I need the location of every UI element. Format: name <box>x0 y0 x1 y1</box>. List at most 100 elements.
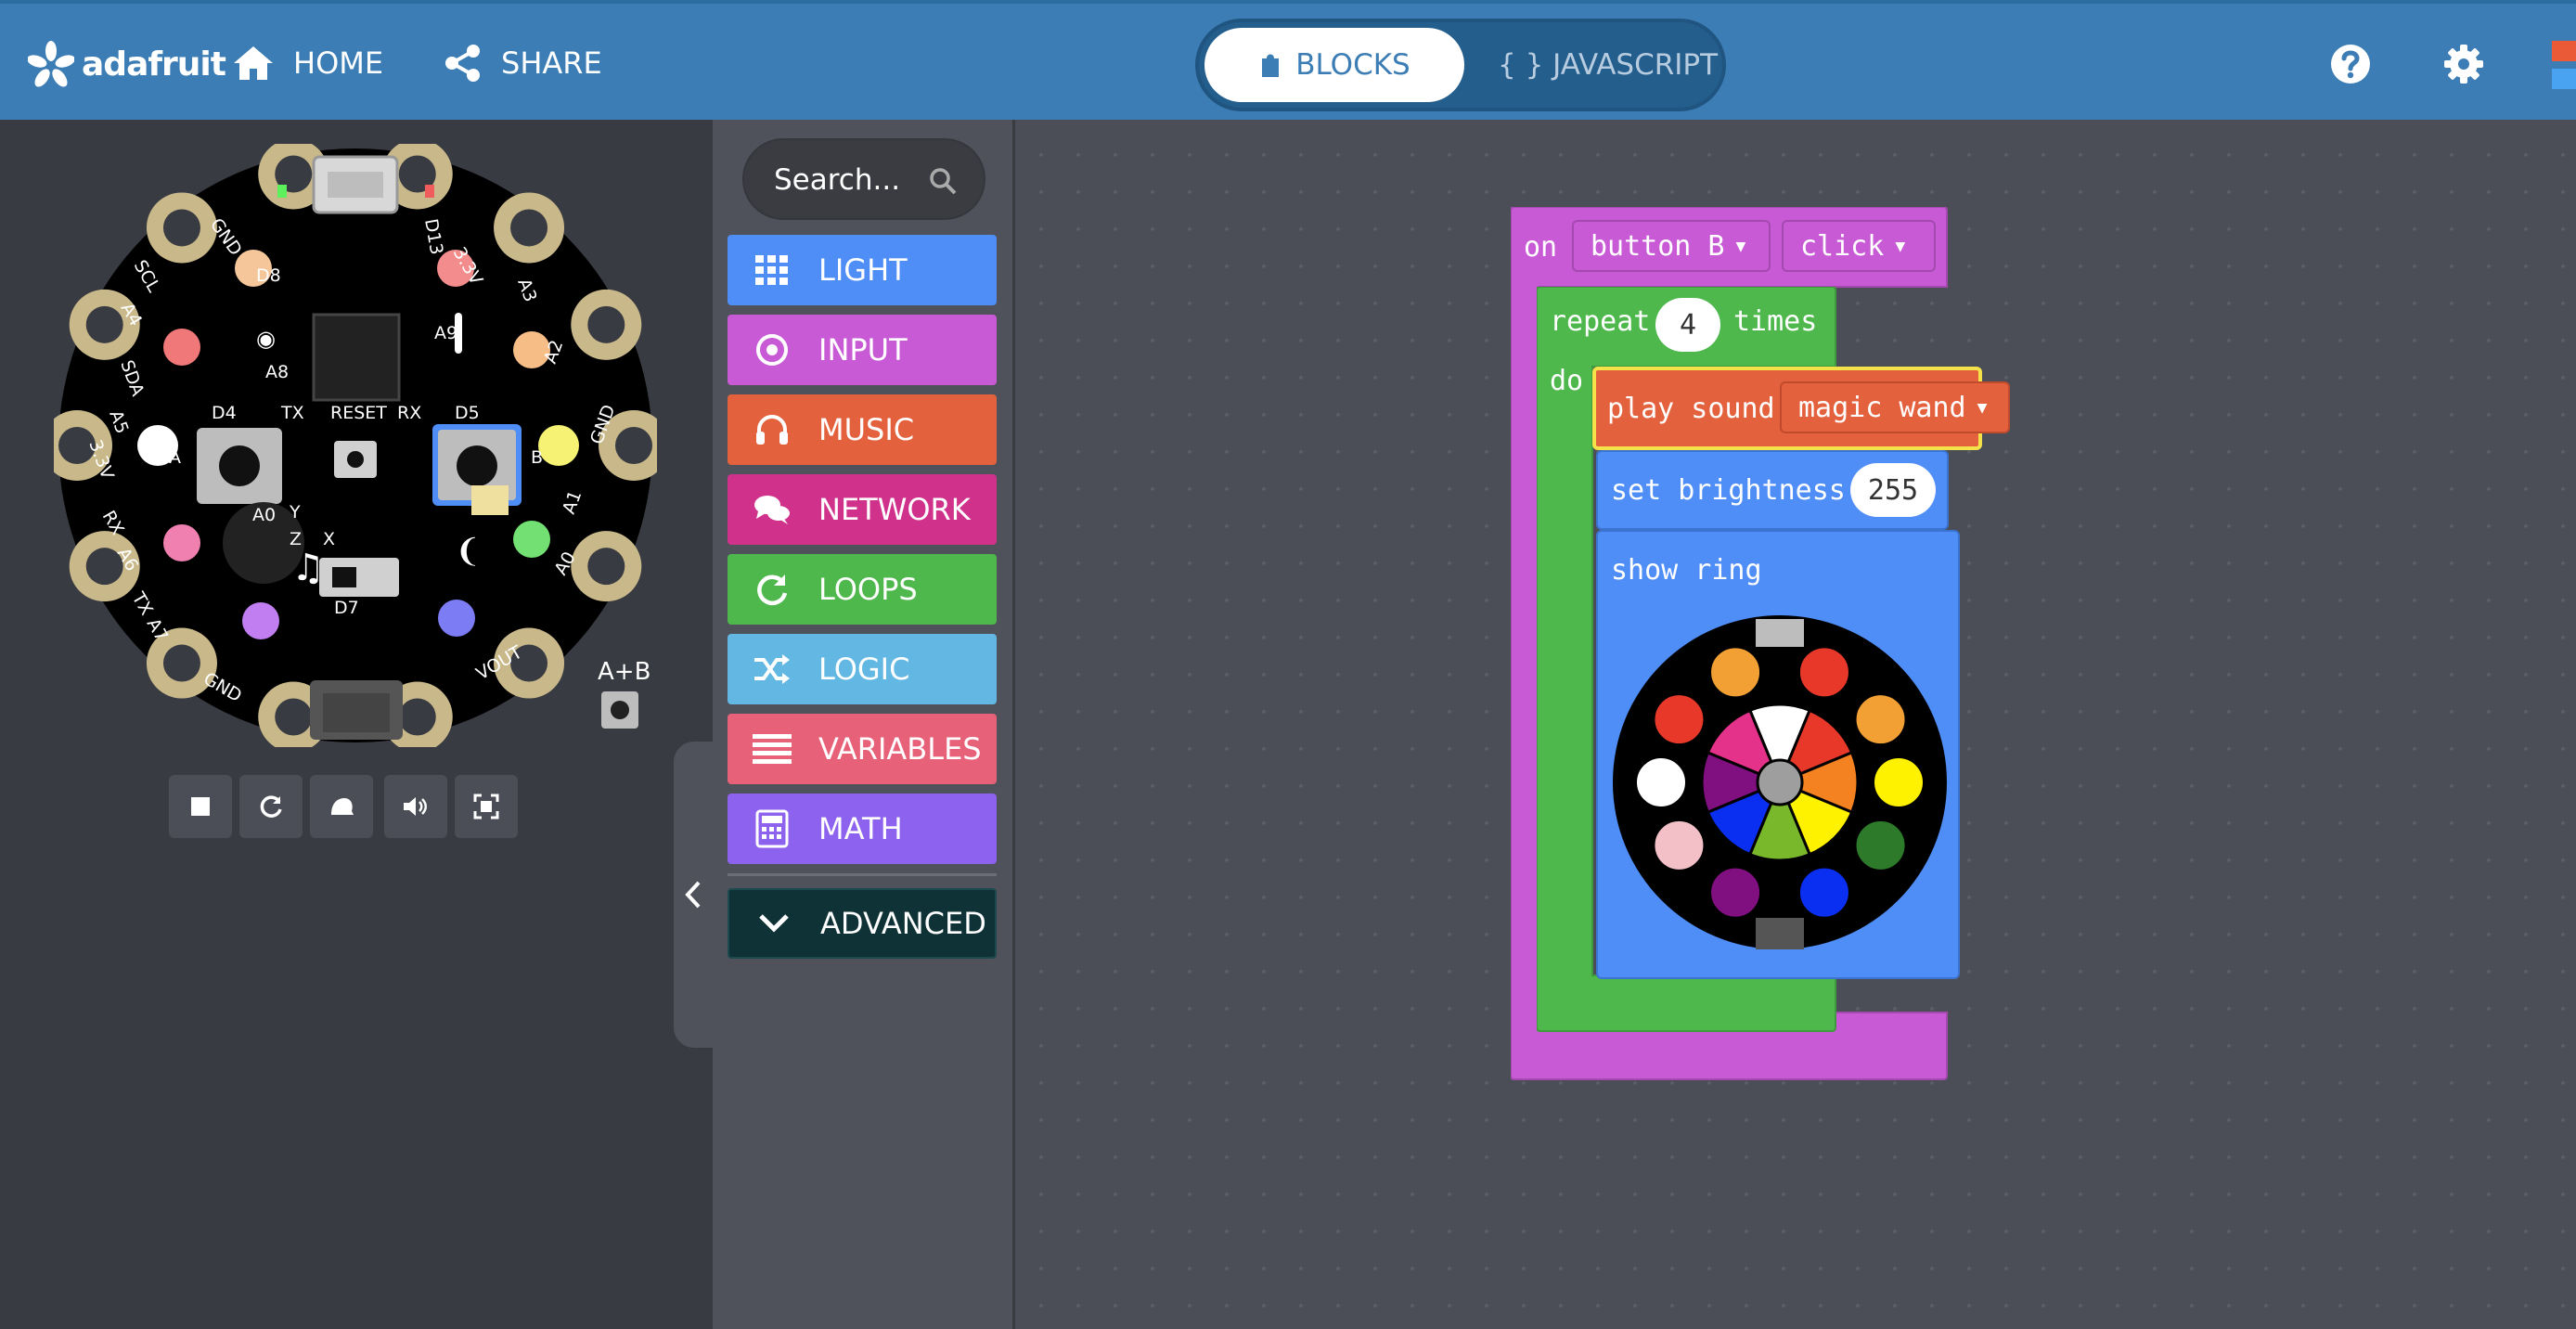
category-math-label: MATH <box>818 811 903 846</box>
pin-label: A0 <box>252 505 276 525</box>
button-dropdown[interactable]: button B ▼ <box>1572 220 1771 272</box>
reset-button-cap[interactable] <box>347 451 364 468</box>
category-variables-label: VARIABLES <box>818 731 982 767</box>
ring-pixel-1[interactable] <box>1797 646 1850 699</box>
power-led <box>277 185 287 198</box>
adafruit-flower-icon <box>28 41 74 87</box>
toolbox-divider <box>728 873 997 876</box>
search-input[interactable] <box>772 159 934 201</box>
javascript-tab-label: { } JAVASCRIPT <box>1498 48 1719 82</box>
fullscreen-icon <box>473 794 499 819</box>
blocks-workspace[interactable]: on button B ▼ click ▼ repeat 4 times do pl… <box>1015 120 2576 1329</box>
pin-label: B <box>531 447 543 468</box>
ring-pixel-9[interactable] <box>1653 693 1706 746</box>
share-button[interactable]: SHARE <box>444 37 602 89</box>
ab-button[interactable] <box>601 691 638 729</box>
ring-pixel-6[interactable] <box>1709 866 1762 919</box>
brightness-input[interactable]: 255 <box>1850 463 1936 517</box>
sound-dropdown[interactable]: magic wand ▼ <box>1780 381 2010 433</box>
top-bar: adafruit HOME SHARE BLOCKS { } JAVASCRIP… <box>0 0 2576 120</box>
battery-port <box>323 693 390 732</box>
slide-switch-knob[interactable] <box>332 567 356 587</box>
times-label: times <box>1733 305 1818 338</box>
ring-pixel-3[interactable] <box>1873 756 1925 808</box>
ring-pixel-8[interactable] <box>1635 756 1687 808</box>
board-pad-hole <box>162 644 200 682</box>
set-brightness-block[interactable]: set brightness 255 <box>1596 450 1949 530</box>
fullscreen-button[interactable] <box>455 775 518 838</box>
button-b-cap[interactable] <box>457 445 497 486</box>
share-icon <box>445 45 480 82</box>
circuit-playground-board[interactable]: ◉ ♫ ❨ GNDD8D133.3VSCL A3A4A9SDA A8A2A5 D4 TX… <box>54 144 657 747</box>
gear-icon <box>2444 45 2483 84</box>
category-music-label: MUSIC <box>818 412 915 447</box>
collapse-simulator-button[interactable] <box>674 742 713 1048</box>
category-light[interactable]: LIGHT <box>728 235 997 305</box>
chat-bubbles-icon <box>752 489 792 530</box>
category-network[interactable]: NETWORK <box>728 474 997 545</box>
restart-icon <box>260 795 282 818</box>
neopixel-1 <box>163 329 200 366</box>
play-sound-block[interactable]: play sound magic wand ▼ <box>1592 367 2010 450</box>
board-pad-hole <box>275 698 313 736</box>
set-brightness-label: set brightness <box>1611 474 1846 507</box>
category-input-label: INPUT <box>818 332 908 368</box>
search-icon[interactable] <box>928 166 958 196</box>
d13-led <box>425 185 434 198</box>
ring-color-picker[interactable] <box>1611 606 1949 959</box>
home-icon <box>234 46 273 80</box>
pin-label: A9 <box>434 323 457 343</box>
pin-label: Z <box>290 529 302 549</box>
category-advanced[interactable]: ADVANCED <box>728 888 997 959</box>
category-light-label: LIGHT <box>818 252 908 288</box>
makecode-logo <box>2552 41 2576 89</box>
pin-label: TX <box>280 403 304 423</box>
editor-mode-toggle: BLOCKS { } JAVASCRIPT <box>1195 19 1726 111</box>
color-wheel-off[interactable] <box>1756 758 1804 806</box>
pin-label: A8 <box>265 362 289 382</box>
pin-label: D8 <box>256 265 281 286</box>
button-a-cap[interactable] <box>219 445 260 486</box>
help-button[interactable] <box>2324 37 2377 91</box>
color-wheel[interactable] <box>1700 703 1860 862</box>
blocks-tab[interactable]: BLOCKS <box>1204 28 1464 102</box>
ring-pixel-7[interactable] <box>1653 819 1706 871</box>
mute-button[interactable] <box>384 775 447 838</box>
ring-pixel-2[interactable] <box>1854 693 1907 746</box>
simulator-panel: ◉ ♫ ❨ GND D8 D13 3.3V SCL A3 A4 A9 SDA A8 A2 A5 D4 TX… <box>0 120 713 1329</box>
category-math[interactable]: MATH <box>728 794 997 864</box>
slide-switch[interactable] <box>319 558 399 597</box>
stop-icon <box>191 797 210 816</box>
usb-port <box>328 172 383 198</box>
category-input[interactable]: INPUT <box>728 315 997 385</box>
pin-label: X <box>323 529 335 549</box>
toolbox-search <box>742 138 985 220</box>
pin-label: RESET <box>330 403 387 423</box>
settings-button[interactable] <box>2437 37 2491 91</box>
ring-pixel-5[interactable] <box>1797 866 1850 919</box>
stop-button[interactable] <box>169 775 232 838</box>
category-music[interactable]: MUSIC <box>728 394 997 465</box>
slowmo-button[interactable] <box>310 775 373 838</box>
ring-usb-icon <box>1756 619 1804 647</box>
sound-dropdown-value: magic wand <box>1798 391 1966 424</box>
event-dropdown[interactable]: click ▼ <box>1782 220 1936 272</box>
adafruit-logo[interactable]: adafruit <box>28 35 226 93</box>
home-button[interactable]: HOME <box>232 37 383 89</box>
calculator-icon <box>752 808 792 849</box>
ring-pixel-4[interactable] <box>1854 819 1907 871</box>
board-pad-hole <box>398 698 436 736</box>
play-sound-label: play sound <box>1607 393 1775 425</box>
repeat-count-input[interactable]: 4 <box>1655 298 1720 352</box>
javascript-tab[interactable]: { } JAVASCRIPT <box>1498 28 1718 102</box>
category-logic[interactable]: LOGIC <box>728 634 997 704</box>
on-label: on <box>1524 231 1558 264</box>
restart-button[interactable] <box>239 775 303 838</box>
category-loops[interactable]: LOOPS <box>728 554 997 625</box>
ear-icon: ❨ <box>455 533 482 570</box>
ring-pixel-0[interactable] <box>1709 646 1762 699</box>
show-ring-block[interactable]: show ring <box>1596 530 1960 979</box>
category-variables[interactable]: VARIABLES <box>728 714 997 784</box>
list-lines-icon <box>752 729 792 769</box>
pin-label: D7 <box>334 598 359 618</box>
